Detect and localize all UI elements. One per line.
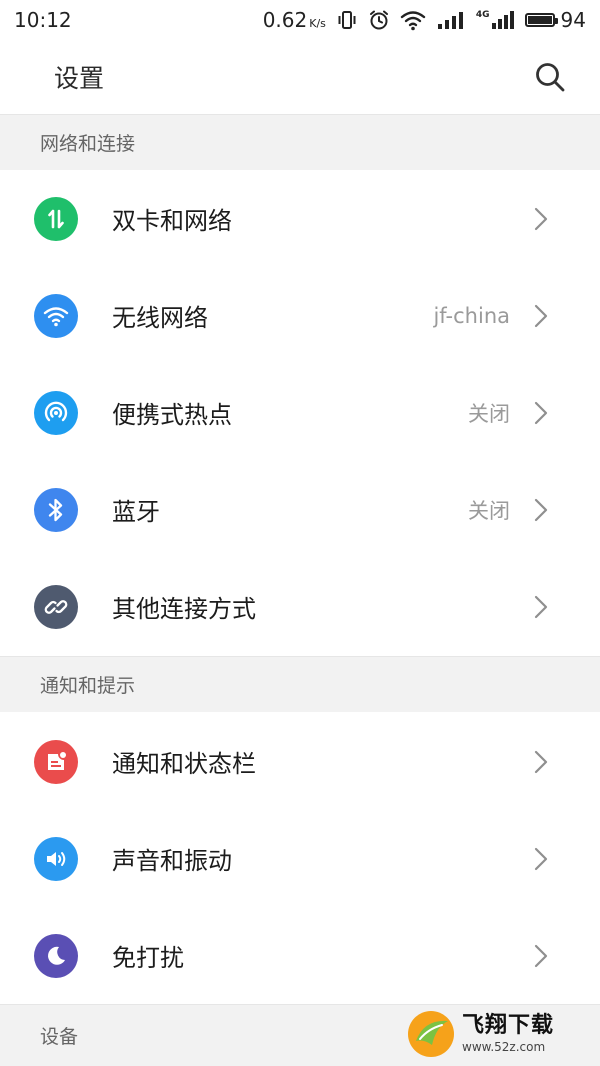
settings-item-label: 双卡和网络 [112,207,232,235]
battery-fill [527,16,552,24]
settings-item-dual-sim[interactable]: 双卡和网络 [0,170,600,267]
watermark-logo-icon [408,1011,454,1057]
chevron-right-icon [532,399,550,427]
watermark-title: 飞翔下载 [462,1013,555,1038]
network-speed: 0.62 K/s [262,8,326,32]
status-icons: 0.62 K/s 4G 94 [263,8,586,32]
settings-item-hotspot[interactable]: 便携式热点 关闭 [0,364,600,461]
search-button[interactable] [532,59,568,95]
signal-4g-icon [491,11,514,29]
settings-item-sound[interactable]: 声音和振动 [0,810,600,907]
chevron-right-icon [532,205,550,233]
link-icon [34,584,78,629]
section-header-network: 网络和连接 [0,114,600,170]
settings-item-label: 便携式热点 [112,401,232,429]
chevron-right-icon [532,748,550,776]
moon-icon [34,933,78,978]
watermark-text: 飞翔下载 www.52z.com [462,1013,555,1054]
sound-icon [34,836,78,881]
settings-item-bluetooth[interactable]: 蓝牙 关闭 [0,461,600,558]
bluetooth-icon [34,487,78,532]
settings-item-label: 免打扰 [112,944,184,972]
settings-item-notification-bar[interactable]: 通知和状态栏 [0,713,600,810]
chevron-right-icon [532,496,550,524]
wifi-status-icon [400,11,426,31]
alarm-icon [369,10,388,30]
chevron-right-icon [532,845,550,873]
status-bar: 10:12 0.62 K/s 4G 94 [0,0,600,40]
page-title: 设置 [54,64,105,93]
settings-item-value: 关闭 [468,498,510,523]
watermark-url: www.52z.com [462,1040,546,1054]
battery-icon [524,13,558,27]
settings-screen: 10:12 0.62 K/s 4G 94 设置 网络和连接 双卡和网络 无线网络… [0,0,600,1066]
chevron-right-icon [532,593,550,621]
settings-item-label: 无线网络 [112,304,208,332]
section-header-notifications: 通知和提示 [0,656,600,712]
search-icon [536,63,565,92]
settings-item-label: 蓝牙 [112,498,160,526]
watermark: 飞翔下载 www.52z.com [406,1006,592,1062]
settings-item-value: 关闭 [468,401,510,426]
app-header: 设置 [0,40,600,114]
chevron-right-icon [532,302,550,330]
signal-4g-indicator: 4G [476,9,515,31]
battery-indicator: 94 [524,8,586,32]
settings-item-do-not-disturb[interactable]: 免打扰 [0,907,600,1004]
signal-icon [437,12,463,29]
settings-item-label: 通知和状态栏 [112,750,256,778]
chevron-right-icon [532,942,550,970]
wifi-icon [34,293,78,338]
settings-item-label: 其他连接方式 [112,595,256,623]
settings-item-value: jf-china [433,303,510,328]
settings-item-wifi[interactable]: 无线网络 jf-china [0,267,600,364]
settings-item-other-connections[interactable]: 其他连接方式 [0,558,600,655]
vibrate-icon [338,11,356,29]
hotspot-icon [34,390,78,435]
settings-item-label: 声音和振动 [112,847,232,875]
notification-icon [34,739,78,784]
status-time: 10:12 [14,8,72,32]
dual-sim-icon [34,196,78,241]
